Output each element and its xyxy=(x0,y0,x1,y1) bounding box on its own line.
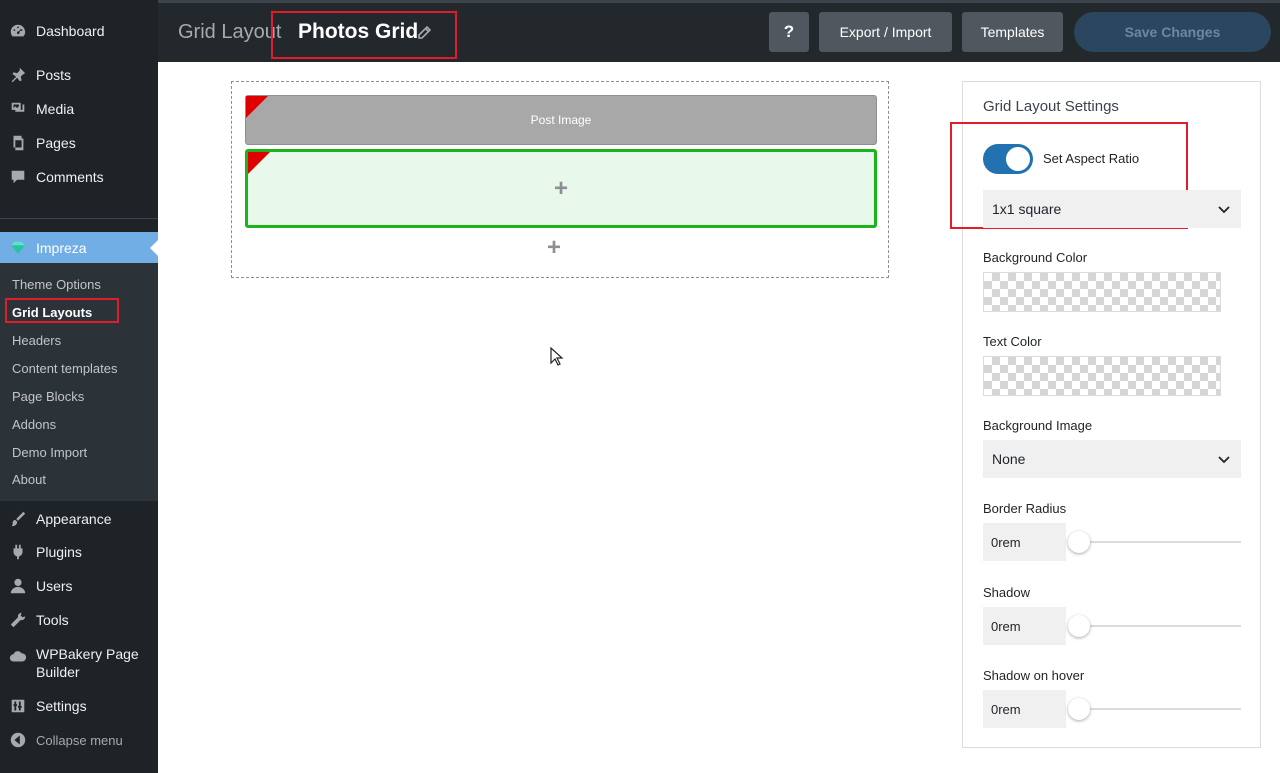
submenu-item-page-blocks[interactable]: Page Blocks xyxy=(12,389,84,405)
grid-layouts-highlight-box xyxy=(5,298,119,323)
sidebar-item-label: Plugins xyxy=(36,544,82,560)
dashboard-icon xyxy=(8,21,28,41)
breadcrumb: Grid Layout xyxy=(178,21,282,43)
sidebar-item-appearance[interactable]: Appearance xyxy=(0,504,158,534)
sidebar-item-label: Posts xyxy=(36,67,72,83)
comment-icon xyxy=(8,167,28,187)
border-radius-input[interactable] xyxy=(983,523,1066,561)
shadow-hover-input[interactable] xyxy=(983,690,1066,728)
sliders-icon xyxy=(8,696,28,716)
wrench-icon xyxy=(8,610,28,630)
sidebar-item-plugins[interactable]: Plugins xyxy=(0,537,158,567)
toggle-knob xyxy=(1006,147,1030,171)
submenu-item-content-templates[interactable]: Content templates xyxy=(12,361,118,377)
templates-button[interactable]: Templates xyxy=(962,12,1063,52)
user-icon xyxy=(8,576,28,596)
plugin-icon xyxy=(8,542,28,562)
pages-icon xyxy=(8,133,28,153)
sidebar-divider xyxy=(0,218,158,219)
sidebar-item-settings[interactable]: Settings xyxy=(0,691,158,721)
sidebar-item-tools[interactable]: Tools xyxy=(0,605,158,635)
cloud-icon xyxy=(8,647,28,667)
sidebar-item-impreza[interactable]: Impreza xyxy=(0,232,158,263)
sidebar-item-pages[interactable]: Pages xyxy=(0,128,158,158)
row-corner-marker xyxy=(246,96,268,118)
sidebar-item-comments[interactable]: Comments xyxy=(0,162,158,192)
background-image-value: None xyxy=(992,451,1026,467)
submenu-item-addons[interactable]: Addons xyxy=(12,417,56,433)
shadow-hover-slider-thumb[interactable] xyxy=(1068,698,1090,720)
pencil-icon[interactable] xyxy=(416,25,432,41)
submenu-item-headers[interactable]: Headers xyxy=(12,333,61,349)
background-color-label: Background Color xyxy=(983,250,1088,265)
chevron-down-icon xyxy=(1218,206,1230,214)
border-radius-label: Border Radius xyxy=(983,501,1067,516)
sidebar-item-label: Impreza xyxy=(36,239,87,256)
builder-toolbar: Grid Layout Photos Grid ? Export / Impor… xyxy=(158,0,1280,62)
border-radius-slider-track[interactable] xyxy=(1073,541,1241,543)
text-color-picker[interactable] xyxy=(983,356,1221,396)
export-import-button[interactable]: Export / Import xyxy=(819,12,952,52)
sidebar-item-label: Dashboard xyxy=(36,23,105,39)
aspect-ratio-label: Set Aspect Ratio xyxy=(1043,151,1140,166)
post-image-element[interactable]: Post Image xyxy=(245,95,877,145)
admin-sidebar: Dashboard Posts Media Pages Comments Imp… xyxy=(0,0,158,773)
submenu-item-theme-options[interactable]: Theme Options xyxy=(12,277,101,293)
submenu-item-about[interactable]: About xyxy=(12,472,46,488)
shadow-hover-slider-track[interactable] xyxy=(1073,708,1241,710)
sidebar-item-posts[interactable]: Posts xyxy=(0,60,158,90)
submenu-item-demo-import[interactable]: Demo Import xyxy=(12,445,87,461)
shadow-label: Shadow xyxy=(983,585,1030,600)
empty-row-dropzone[interactable]: + xyxy=(245,149,877,228)
sidebar-item-label: Comments xyxy=(36,169,104,185)
row-corner-marker xyxy=(248,152,270,174)
aspect-ratio-toggle[interactable] xyxy=(983,144,1033,174)
background-color-picker[interactable] xyxy=(983,272,1221,312)
shadow-input[interactable] xyxy=(983,607,1066,645)
aspect-ratio-select[interactable]: 1x1 square xyxy=(983,190,1241,228)
help-button[interactable]: ? xyxy=(769,12,809,52)
chevron-down-icon xyxy=(1218,456,1230,464)
background-image-select[interactable]: None xyxy=(983,440,1241,478)
sidebar-item-label: Pages xyxy=(36,135,76,151)
sidebar-item-media[interactable]: Media xyxy=(0,94,158,124)
background-image-label: Background Image xyxy=(983,418,1093,433)
collapse-menu-button[interactable]: Collapse menu xyxy=(0,725,158,755)
sidebar-item-label: Tools xyxy=(36,612,69,628)
sidebar-item-dashboard[interactable]: Dashboard xyxy=(0,16,158,46)
sidebar-item-label: Users xyxy=(36,578,73,594)
brush-icon xyxy=(8,509,28,529)
shadow-hover-label: Shadow on hover xyxy=(983,668,1085,683)
save-changes-button[interactable]: Save Changes xyxy=(1074,12,1271,52)
add-row-icon[interactable]: + xyxy=(547,236,561,260)
shadow-slider-track[interactable] xyxy=(1073,625,1241,627)
collapse-icon xyxy=(8,730,28,750)
sidebar-item-wpbakery[interactable]: WPBakery Page Builder xyxy=(0,645,158,685)
media-icon xyxy=(8,99,28,119)
page-title[interactable]: Photos Grid xyxy=(298,20,418,44)
sidebar-item-users[interactable]: Users xyxy=(0,571,158,601)
shadow-slider-thumb[interactable] xyxy=(1068,615,1090,637)
grid-layout-settings-panel: Grid Layout Settings Set Aspect Ratio 1x… xyxy=(950,81,1261,748)
grid-layout-canvas: Post Image + + xyxy=(231,81,889,278)
collapse-menu-label: Collapse menu xyxy=(36,732,123,748)
sidebar-item-label: Appearance xyxy=(36,511,112,527)
aspect-ratio-value: 1x1 square xyxy=(992,201,1062,217)
add-element-icon[interactable]: + xyxy=(554,176,568,201)
pin-icon xyxy=(8,65,28,85)
sidebar-item-label: Media xyxy=(36,101,75,117)
mouse-cursor-icon xyxy=(550,347,564,366)
border-radius-slider-thumb[interactable] xyxy=(1068,531,1090,553)
post-image-label: Post Image xyxy=(530,113,592,127)
gem-icon xyxy=(8,238,28,258)
text-color-label: Text Color xyxy=(983,334,1042,349)
sidebar-item-label: Settings xyxy=(36,698,87,714)
sidebar-item-label: WPBakery Page Builder xyxy=(36,646,139,680)
settings-title: Grid Layout Settings xyxy=(983,98,1119,115)
